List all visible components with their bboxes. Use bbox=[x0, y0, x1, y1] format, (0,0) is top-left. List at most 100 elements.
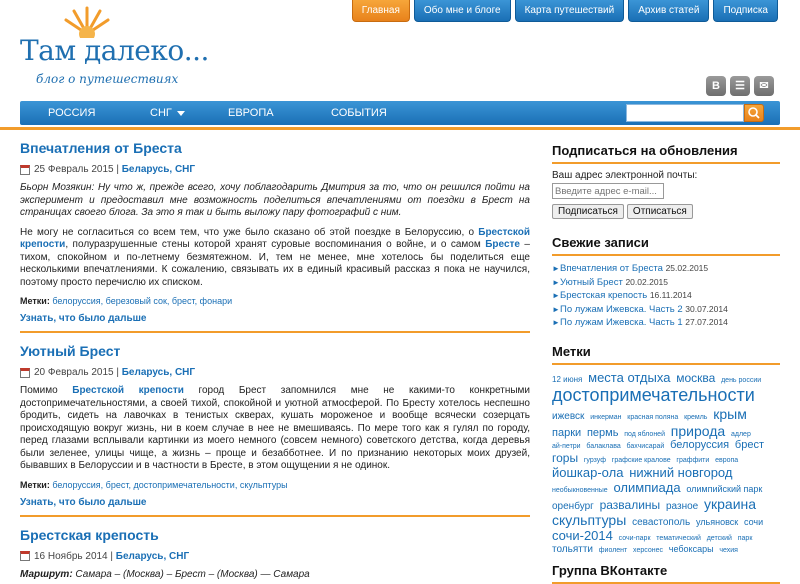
tag-link[interactable]: оренбург bbox=[552, 501, 594, 512]
post-title[interactable]: Впечатления от Бреста bbox=[20, 140, 530, 156]
tag-link[interactable]: тематический bbox=[656, 535, 701, 542]
tag-link[interactable]: балаклава bbox=[586, 443, 620, 450]
tag-link[interactable]: пермь bbox=[587, 427, 619, 439]
read-more-link[interactable]: Узнать, что было дальше bbox=[20, 497, 146, 508]
recent-post-link[interactable]: Уютный Брест bbox=[560, 277, 623, 288]
recent-post-link[interactable]: Впечатления от Бреста bbox=[560, 263, 663, 274]
tag-link[interactable]: нижний новгород bbox=[629, 465, 732, 480]
tag-link[interactable]: ай-петри bbox=[552, 443, 581, 450]
unsubscribe-button[interactable]: Отписаться bbox=[626, 204, 693, 219]
tag-link[interactable]: сочи-парк bbox=[619, 535, 651, 542]
nav-item-europe[interactable]: ЕВРОПА bbox=[228, 101, 274, 125]
post-tags-links[interactable]: белоруссия, брест, достопримечательности… bbox=[52, 480, 287, 490]
tag-link[interactable]: ижевск bbox=[552, 411, 584, 422]
read-more-link[interactable]: Узнать, что было дальше bbox=[20, 313, 146, 324]
email-field[interactable] bbox=[552, 183, 664, 199]
post-title[interactable]: Уютный Брест bbox=[20, 343, 530, 359]
tag-link[interactable]: белоруссия bbox=[670, 439, 729, 451]
tag-link[interactable]: красная поляна bbox=[627, 414, 678, 421]
topnav-map[interactable]: Карта путешествий bbox=[514, 0, 625, 22]
nav-item-russia[interactable]: РОССИЯ bbox=[48, 101, 95, 125]
tag-link[interactable]: граффити bbox=[676, 457, 709, 464]
tag-link[interactable]: адлер bbox=[731, 431, 751, 438]
post-tags-links[interactable]: белоруссия, березовый сок, брест, фонари bbox=[52, 296, 232, 306]
recent-post-link[interactable]: По лужам Ижевска. Часть 1 bbox=[560, 317, 683, 328]
post-categories[interactable]: Беларусь, СНГ bbox=[116, 551, 189, 562]
tag-link[interactable]: места отдыха bbox=[588, 370, 670, 385]
post-date: 16 Ноябрь 2014 bbox=[34, 550, 108, 562]
email-icon[interactable]: ✉ bbox=[754, 76, 774, 96]
rss-icon[interactable]: ☰ bbox=[730, 76, 750, 96]
post-body-text: Не могу не согласиться со всем тем, что … bbox=[20, 226, 479, 238]
post-categories[interactable]: Беларусь, СНГ bbox=[122, 367, 195, 378]
tag-link[interactable]: под яблоней bbox=[624, 431, 665, 438]
tag-link[interactable]: херсонес bbox=[633, 547, 663, 554]
tag-link[interactable]: 12 июня bbox=[552, 375, 582, 384]
tag-link[interactable]: детский bbox=[707, 535, 732, 542]
tag-link[interactable]: парк bbox=[738, 535, 753, 542]
tag-link[interactable]: развалины bbox=[600, 498, 661, 512]
tag-link[interactable]: брест bbox=[735, 439, 764, 451]
search-button[interactable] bbox=[744, 104, 764, 122]
nav-item-events[interactable]: СОБЫТИЯ bbox=[331, 101, 387, 125]
post-date: 20 Февраль 2015 bbox=[34, 367, 114, 378]
post-intro-text: Бьорн Мозякин: Ну что ж, прежде всего, х… bbox=[20, 182, 530, 218]
tag-link[interactable]: достопримечательности bbox=[552, 385, 755, 405]
topnav-archive[interactable]: Архив статей bbox=[628, 0, 710, 22]
tag-link[interactable]: разное bbox=[666, 501, 698, 512]
tag-link[interactable]: необыкновенные bbox=[552, 487, 608, 494]
post-meta: 16 Ноябрь 2014 | Беларусь, СНГ bbox=[20, 551, 530, 562]
recent-post-link[interactable]: Брестская крепость bbox=[560, 290, 647, 301]
recent-posts-list: ►Впечатления от Бреста 25.02.2015 ►Уютны… bbox=[552, 262, 780, 330]
search-input[interactable] bbox=[626, 104, 744, 122]
chevron-down-icon bbox=[176, 110, 185, 116]
post-link-fortress[interactable]: Брестской крепости bbox=[72, 385, 184, 396]
tag-link[interactable]: чехия bbox=[719, 547, 738, 554]
tags-label: Метки: bbox=[20, 479, 50, 490]
tag-link[interactable]: парки bbox=[552, 427, 581, 439]
tag-link[interactable]: фиолент bbox=[599, 547, 627, 554]
tag-link[interactable]: инкерман bbox=[590, 414, 621, 421]
logo-title: Там далеко... bbox=[20, 34, 209, 67]
tag-link[interactable]: день россии bbox=[721, 377, 761, 384]
tag-link[interactable]: олимпийский парк bbox=[686, 484, 762, 494]
tag-link[interactable]: севастополь bbox=[632, 517, 690, 528]
tag-link[interactable]: чебоксары bbox=[669, 544, 714, 554]
tag-link[interactable]: тольятти bbox=[552, 544, 593, 555]
recent-post-link[interactable]: По лужам Ижевска. Часть 2 bbox=[560, 304, 683, 315]
topnav-home[interactable]: Главная bbox=[351, 0, 410, 22]
tag-link[interactable]: ульяновск bbox=[696, 517, 738, 527]
subscribe-button[interactable]: Подписаться bbox=[552, 204, 624, 219]
post-categories[interactable]: Беларусь, СНГ bbox=[122, 164, 195, 175]
route-label: Маршрут: bbox=[20, 568, 73, 580]
tag-link[interactable]: украина bbox=[704, 496, 756, 512]
tag-link[interactable]: горы bbox=[552, 451, 578, 465]
widget-title: Метки bbox=[552, 344, 780, 365]
post-link-brest[interactable]: Бресте bbox=[485, 239, 520, 250]
tag-link[interactable]: европа bbox=[715, 457, 738, 464]
tag-link[interactable]: бахчисарай bbox=[627, 443, 665, 450]
tag-link[interactable]: гурзуф bbox=[584, 457, 606, 464]
topnav-subscribe[interactable]: Подписка bbox=[713, 0, 778, 22]
tag-link[interactable]: йошкар-ола bbox=[552, 465, 623, 480]
site-logo[interactable]: Там далеко... блог о путешествиях bbox=[20, 4, 209, 92]
tag-link[interactable]: природа bbox=[671, 423, 725, 439]
meta-separator: | bbox=[107, 550, 116, 562]
topnav-about[interactable]: Обо мне и блоге bbox=[413, 0, 511, 22]
nav-item-label: СНГ bbox=[150, 107, 172, 119]
tag-link[interactable]: олимпиада bbox=[613, 480, 680, 495]
search-icon bbox=[748, 107, 760, 119]
tag-link[interactable]: сочи-2014 bbox=[552, 528, 613, 543]
nav-item-cis[interactable]: СНГ bbox=[150, 101, 185, 125]
post: Впечатления от Бреста 25 Февраль 2015 | … bbox=[20, 140, 530, 333]
vk-icon[interactable]: B bbox=[706, 76, 726, 96]
tag-link[interactable]: сочи bbox=[744, 517, 763, 527]
tag-link[interactable]: скульптуры bbox=[552, 512, 626, 528]
post-title[interactable]: Брестская крепость bbox=[20, 527, 530, 543]
tag-link[interactable]: графские кралове bbox=[612, 457, 671, 464]
tag-link[interactable]: кремль bbox=[684, 414, 707, 421]
tag-link[interactable]: крым bbox=[713, 406, 747, 422]
tag-cloud: 12 июня места отдыха москва день россии … bbox=[552, 370, 780, 556]
post-tags: Метки: белоруссия, брест, достопримечате… bbox=[20, 480, 530, 490]
tag-link[interactable]: москва bbox=[676, 371, 715, 385]
